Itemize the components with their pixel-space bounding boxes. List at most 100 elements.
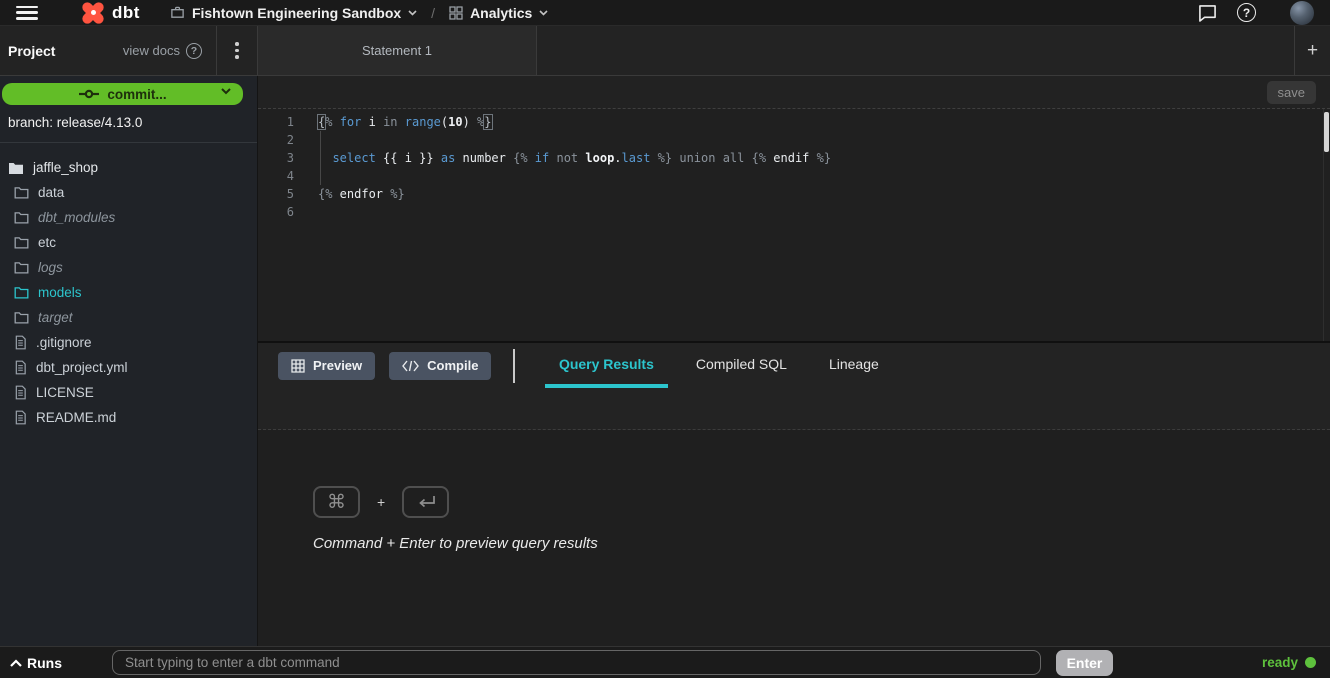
dbt-command-input[interactable] bbox=[112, 650, 1041, 675]
kebab-menu-icon[interactable] bbox=[217, 42, 257, 59]
preview-button-label: Preview bbox=[313, 358, 362, 373]
table-icon bbox=[291, 359, 305, 373]
tree-item-dbt-project-yml[interactable]: dbt_project.yml bbox=[0, 355, 257, 380]
folder-icon bbox=[14, 286, 29, 299]
dbt-logo-text: dbt bbox=[112, 3, 140, 23]
editor-scrollbar[interactable] bbox=[1323, 109, 1330, 341]
tree-item-dbt-modules[interactable]: dbt_modules bbox=[0, 205, 257, 230]
code-line[interactable] bbox=[318, 203, 1330, 221]
breadcrumb-separator: / bbox=[431, 5, 435, 21]
code-line[interactable]: select {{ i }} as number {% if not loop.… bbox=[318, 149, 1330, 167]
file-icon bbox=[14, 360, 27, 375]
view-docs-label: view docs bbox=[123, 43, 180, 58]
sidebar-header: Project view docs ? bbox=[0, 26, 258, 75]
file-icon bbox=[14, 335, 27, 350]
project-switcher[interactable]: Analytics bbox=[449, 5, 548, 21]
line-number: 2 bbox=[258, 131, 294, 149]
tree-item-etc[interactable]: etc bbox=[0, 230, 257, 255]
account-switcher[interactable]: Fishtown Engineering Sandbox bbox=[170, 5, 417, 21]
tree-item-readme-md[interactable]: README.md bbox=[0, 405, 257, 430]
runs-label: Runs bbox=[27, 655, 62, 671]
file-tree: jaffle_shopdata dbt_modulesetc logs models t… bbox=[0, 143, 257, 430]
chat-icon[interactable] bbox=[1198, 4, 1217, 22]
tree-item-label: README.md bbox=[36, 410, 116, 425]
results-subheader bbox=[258, 388, 1330, 430]
tree-item-label: etc bbox=[38, 235, 56, 250]
file-explorer-sidebar: commit... branch: release/4.13.0 jaffle_… bbox=[0, 76, 258, 646]
tree-item-data[interactable]: data bbox=[0, 180, 257, 205]
line-number: 1 bbox=[258, 113, 294, 131]
tree-item-license[interactable]: LICENSE bbox=[0, 380, 257, 405]
help-icon[interactable]: ? bbox=[1237, 3, 1256, 22]
dbt-ide-app: dbt Fishtown Engineering Sandbox / Analy… bbox=[0, 0, 1330, 678]
line-number: 6 bbox=[258, 203, 294, 221]
results-controls: Preview Compile Query Results Compiled S… bbox=[258, 343, 1330, 388]
code-line[interactable]: {% endfor %} bbox=[318, 185, 1330, 203]
code-lines[interactable]: {% for i in range(10) %} select {{ i }} … bbox=[310, 109, 1330, 341]
chevron-down-icon bbox=[539, 10, 548, 16]
enter-key-icon bbox=[402, 486, 449, 518]
editor-tab-strip: Statement 1 + bbox=[258, 26, 1330, 75]
folder-open-icon bbox=[8, 161, 24, 175]
folder-icon bbox=[14, 236, 29, 249]
tree-item-target[interactable]: target bbox=[0, 305, 257, 330]
folder-icon bbox=[14, 211, 29, 224]
status-dot bbox=[1305, 657, 1316, 668]
code-line[interactable]: {% for i in range(10) %} bbox=[318, 113, 1330, 131]
dbt-logo-icon bbox=[80, 0, 106, 26]
tree-item-label: .gitignore bbox=[36, 335, 92, 350]
ready-status: ready bbox=[1262, 655, 1316, 670]
tree-item-label: target bbox=[38, 310, 73, 325]
folder-icon bbox=[14, 311, 29, 324]
line-number: 5 bbox=[258, 185, 294, 203]
user-avatar[interactable] bbox=[1290, 1, 1314, 25]
new-tab-button[interactable]: + bbox=[1294, 26, 1330, 75]
hamburger-icon[interactable] bbox=[16, 6, 38, 20]
tree-item-models[interactable]: models bbox=[0, 280, 257, 305]
tree-item-jaffle-shop[interactable]: jaffle_shop bbox=[0, 155, 257, 180]
tree-item-label: dbt_project.yml bbox=[36, 360, 128, 375]
code-line[interactable] bbox=[318, 131, 1330, 149]
briefcase-icon bbox=[170, 5, 185, 20]
results-body: ⌘ + Command + Enter to preview query res… bbox=[258, 430, 1330, 646]
divider bbox=[513, 349, 515, 383]
line-number: 3 bbox=[258, 149, 294, 167]
ready-label: ready bbox=[1262, 655, 1298, 670]
project-name: Analytics bbox=[470, 5, 532, 21]
tab-statement-1[interactable]: Statement 1 bbox=[258, 26, 537, 75]
folder-icon bbox=[14, 186, 29, 199]
editor-toolbar: save bbox=[258, 76, 1330, 109]
tree-item-label: jaffle_shop bbox=[33, 160, 98, 175]
question-circle-icon: ? bbox=[186, 43, 202, 59]
runs-toggle[interactable]: Runs bbox=[10, 655, 112, 671]
tab-query-results[interactable]: Query Results bbox=[545, 343, 668, 388]
grid-icon bbox=[449, 6, 463, 20]
file-icon bbox=[14, 410, 27, 425]
scrollbar-thumb[interactable] bbox=[1324, 112, 1329, 152]
save-button[interactable]: save bbox=[1267, 81, 1316, 104]
dbt-logo[interactable]: dbt bbox=[80, 0, 140, 26]
tree-item-logs[interactable]: logs bbox=[0, 255, 257, 280]
preview-button[interactable]: Preview bbox=[278, 352, 375, 380]
line-number: 4 bbox=[258, 167, 294, 185]
compile-button[interactable]: Compile bbox=[389, 352, 491, 380]
tree-item--gitignore[interactable]: .gitignore bbox=[0, 330, 257, 355]
view-docs-link[interactable]: view docs ? bbox=[123, 43, 202, 59]
folder-icon bbox=[14, 261, 29, 274]
status-bar: Runs Enter ready bbox=[0, 646, 1330, 678]
header-row: Project view docs ? Statement 1 + bbox=[0, 26, 1330, 76]
chevron-down-icon[interactable] bbox=[221, 88, 231, 95]
tree-item-label: logs bbox=[38, 260, 63, 275]
account-name: Fishtown Engineering Sandbox bbox=[192, 5, 401, 21]
key-plus-separator: + bbox=[377, 494, 385, 510]
tab-compiled-sql[interactable]: Compiled SQL bbox=[682, 343, 801, 388]
code-line[interactable] bbox=[318, 167, 1330, 185]
chevron-up-icon bbox=[10, 659, 22, 667]
top-bar: dbt Fishtown Engineering Sandbox / Analy… bbox=[0, 0, 1330, 26]
commit-button[interactable]: commit... bbox=[2, 83, 243, 105]
tab-lineage[interactable]: Lineage bbox=[815, 343, 893, 388]
tree-item-label: data bbox=[38, 185, 64, 200]
indent-guide bbox=[320, 131, 321, 185]
code-editor[interactable]: 123456 {% for i in range(10) %} select {… bbox=[258, 109, 1330, 341]
enter-button[interactable]: Enter bbox=[1056, 650, 1113, 676]
